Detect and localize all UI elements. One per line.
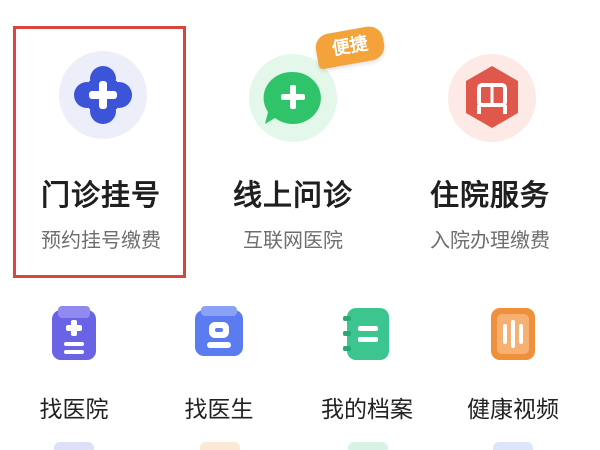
- medical-cross-icon: [48, 40, 158, 150]
- service-card-online-consultation[interactable]: 线上问诊 互联网医院: [200, 26, 386, 282]
- records-notebook-icon: [337, 302, 397, 366]
- shortcut-label: 健康视频: [467, 397, 559, 423]
- video-book-icon: [483, 302, 543, 366]
- shortcut-find-doctor[interactable]: 找医生: [149, 296, 289, 436]
- next-row-icon-peek: [54, 442, 94, 450]
- shortcut-find-hospital[interactable]: 找医院: [4, 296, 144, 436]
- hospital-building-icon: [44, 302, 104, 366]
- doctor-icon: [189, 302, 249, 366]
- service-subtitle: 预约挂号缴费: [41, 228, 161, 252]
- service-subtitle: 入院办理缴费: [430, 228, 550, 252]
- next-row-icon-peek: [348, 442, 388, 450]
- shortcut-label: 找医院: [39, 397, 109, 423]
- service-title: 门诊挂号: [40, 178, 161, 212]
- shortcut-label: 找医生: [184, 397, 254, 423]
- next-row-icon-peek: [200, 442, 240, 450]
- service-subtitle: 互联网医院: [243, 228, 343, 252]
- service-home-screen: 门诊挂号 预约挂号缴费 线上问诊 互联网医院 便捷 住院服务 入院办理缴费 找医…: [0, 0, 600, 450]
- shortcut-my-records[interactable]: 我的档案: [297, 296, 437, 436]
- service-title: 住院服务: [429, 178, 550, 212]
- shortcut-health-videos[interactable]: 健康视频: [443, 296, 583, 436]
- shortcut-label: 我的档案: [321, 397, 413, 423]
- next-row-icon-peek: [493, 442, 533, 450]
- service-card-inpatient-service[interactable]: 住院服务 入院办理缴费: [397, 26, 583, 282]
- service-title: 线上问诊: [232, 178, 353, 212]
- service-card-outpatient-registration[interactable]: 门诊挂号 预约挂号缴费: [13, 26, 199, 282]
- hospital-bed-icon: [435, 40, 545, 150]
